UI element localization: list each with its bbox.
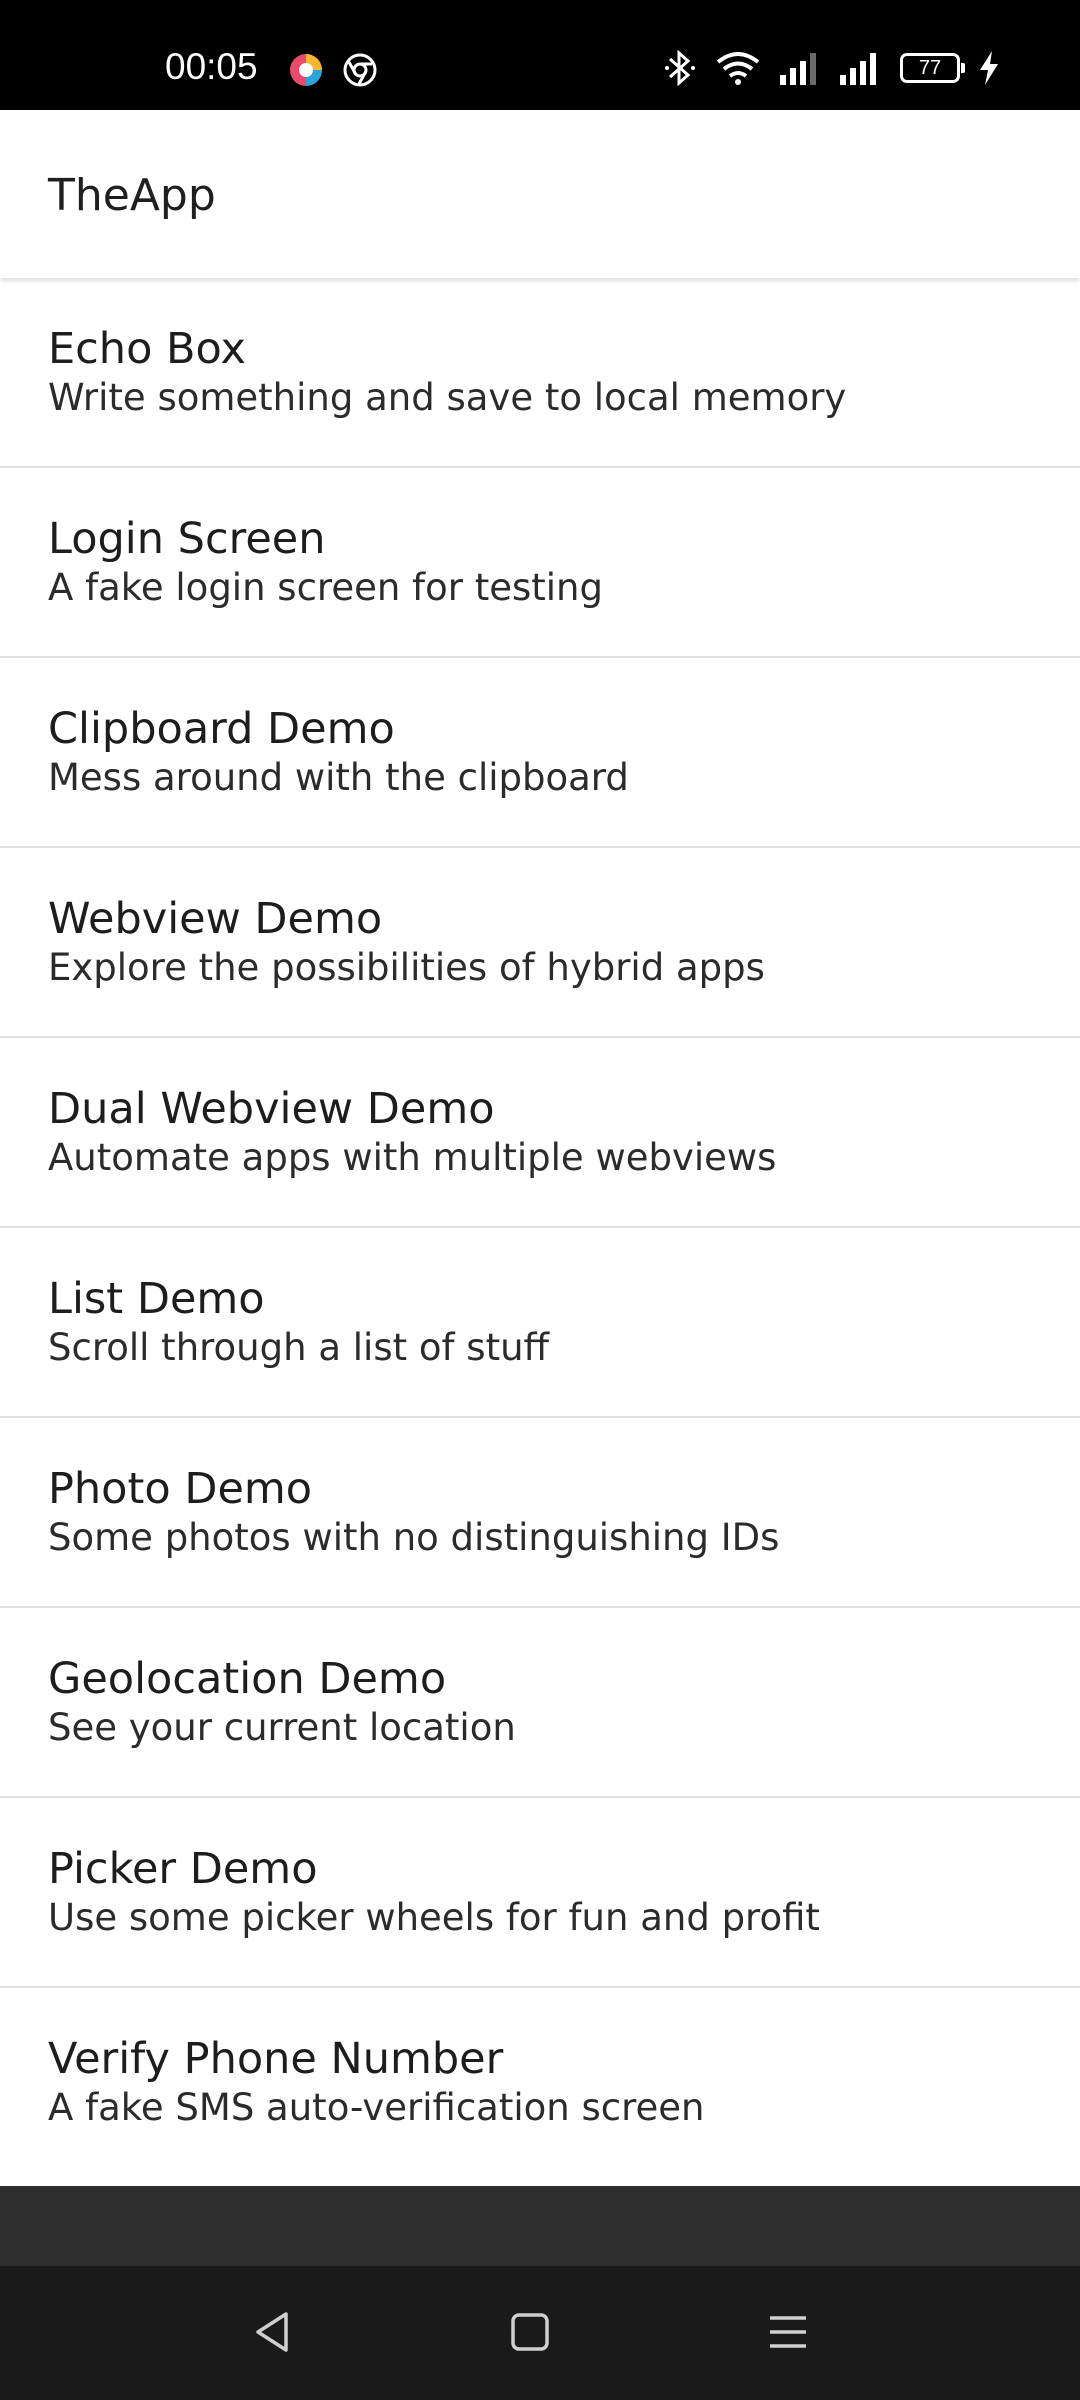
menu-item-title: Verify Phone Number: [48, 2034, 504, 2084]
menu-item-subtitle: Mess around with the clipboard: [48, 756, 629, 799]
menu-item-title: Photo Demo: [48, 1464, 313, 1514]
menu-item-subtitle: Use some picker wheels for fun and profi…: [48, 1896, 820, 1939]
menu-item-photo-demo[interactable]: Photo Demo Some photos with no distingui…: [0, 1418, 1080, 1608]
menu-item-title: Echo Box: [48, 324, 246, 374]
bottom-strip: [0, 2186, 1080, 2266]
chrome-icon: [343, 53, 377, 87]
color-circle-app-icon: [290, 54, 322, 86]
back-icon: [256, 2312, 288, 2352]
menu-item-list-demo[interactable]: List Demo Scroll through a list of stuff: [0, 1228, 1080, 1418]
menu-item-clipboard-demo[interactable]: Clipboard Demo Mess around with the clip…: [0, 658, 1080, 848]
menu-item-dual-webview-demo[interactable]: Dual Webview Demo Automate apps with mul…: [0, 1038, 1080, 1228]
menu-item-webview-demo[interactable]: Webview Demo Explore the possibilities o…: [0, 848, 1080, 1038]
menu-item-subtitle: Write something and save to local memory: [48, 376, 847, 419]
app-title: TheApp: [48, 170, 216, 221]
bluetooth-icon: [665, 49, 695, 87]
signal-icon: [840, 53, 876, 85]
app-bar: TheApp: [0, 110, 1080, 278]
battery-level: 77: [918, 57, 942, 79]
menu-item-title: Picker Demo: [48, 1844, 318, 1894]
home-icon: [511, 2313, 549, 2351]
menu-item-title: Dual Webview Demo: [48, 1084, 495, 1134]
back-button[interactable]: [232, 2296, 312, 2368]
battery-icon: 77: [900, 53, 965, 83]
system-status-icons: 77: [664, 48, 1000, 88]
wifi-icon: [716, 52, 760, 85]
status-time: 00:05: [165, 46, 258, 87]
menu-item-subtitle: Some photos with no distinguishing IDs: [48, 1516, 780, 1559]
recents-icon: [770, 2316, 806, 2348]
menu-item-subtitle: A fake login screen for testing: [48, 566, 603, 609]
menu-item-subtitle: Explore the possibilities of hybrid apps: [48, 946, 765, 989]
menu-item-subtitle: Automate apps with multiple webviews: [48, 1136, 777, 1179]
menu-item-title: Login Screen: [48, 514, 326, 564]
menu-item-picker-demo[interactable]: Picker Demo Use some picker wheels for f…: [0, 1798, 1080, 1988]
menu-item-echo-box[interactable]: Echo Box Write something and save to loc…: [0, 278, 1080, 468]
recents-button[interactable]: [748, 2296, 828, 2368]
menu-item-subtitle: See your current location: [48, 1706, 516, 1749]
menu-item-geolocation-demo[interactable]: Geolocation Demo See your current locati…: [0, 1608, 1080, 1798]
menu-list: Echo Box Write something and save to loc…: [0, 278, 1080, 2178]
charging-icon: [980, 51, 998, 85]
status-bar: 00:05 77: [0, 0, 1080, 110]
signal-icon: [780, 53, 816, 85]
menu-item-verify-phone-number[interactable]: Verify Phone Number A fake SMS auto-veri…: [0, 1988, 1080, 2178]
navigation-bar: [0, 2266, 1080, 2400]
menu-item-title: List Demo: [48, 1274, 265, 1324]
home-button[interactable]: [490, 2296, 570, 2368]
menu-item-title: Clipboard Demo: [48, 704, 395, 754]
menu-item-title: Geolocation Demo: [48, 1654, 447, 1704]
menu-item-title: Webview Demo: [48, 894, 383, 944]
menu-item-subtitle: A fake SMS auto-verification screen: [48, 2086, 705, 2129]
menu-item-login-screen[interactable]: Login Screen A fake login screen for tes…: [0, 468, 1080, 658]
menu-item-subtitle: Scroll through a list of stuff: [48, 1326, 550, 1369]
